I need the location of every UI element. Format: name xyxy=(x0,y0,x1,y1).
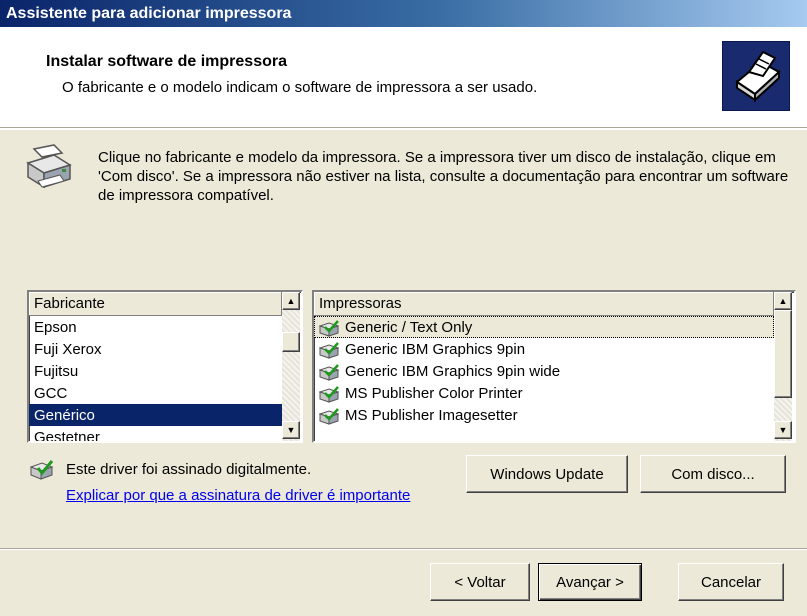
printer-scrollbar[interactable]: ▲ ▼ xyxy=(774,292,792,441)
signed-driver-text: Este driver foi assinado digitalmente. xyxy=(66,461,312,478)
printer-item-label: Generic IBM Graphics 9pin xyxy=(345,341,526,358)
instructions-text: Clique no fabricante e modelo da impress… xyxy=(98,149,789,204)
printer-item-label: Generic IBM Graphics 9pin wide xyxy=(345,363,561,380)
header-divider xyxy=(0,128,807,130)
printer-item[interactable]: Generic / Text Only xyxy=(314,316,774,338)
windows-update-button[interactable]: Windows Update xyxy=(466,455,628,493)
printer-item[interactable]: Generic IBM Graphics 9pin wide xyxy=(314,360,774,382)
cancel-button[interactable]: Cancelar xyxy=(678,563,784,601)
printer-item-label: MS Publisher Color Printer xyxy=(345,385,523,402)
arrow-up-icon: ▲ xyxy=(286,295,296,306)
manufacturer-list[interactable]: Fabricante Epson Fuji Xerox Fujitsu GCC Gené… xyxy=(27,290,303,443)
scroll-up-button[interactable]: ▲ xyxy=(774,292,792,310)
printer-item-label: Generic / Text Only xyxy=(345,319,473,336)
printer-list[interactable]: Impressoras Generic / Text Only Generic I… xyxy=(312,290,796,443)
manufacturer-item[interactable]: Epson xyxy=(29,316,282,338)
manufacturer-item[interactable]: Fujitsu xyxy=(29,360,282,382)
arrow-down-icon: ▼ xyxy=(286,424,296,435)
have-disk-button[interactable]: Com disco... xyxy=(640,455,786,493)
scroll-thumb[interactable] xyxy=(282,332,300,352)
page-title: Instalar software de impressora xyxy=(46,53,287,70)
page-subtitle: O fabricante e o modelo indicam o softwa… xyxy=(62,79,538,96)
signed-driver-icon xyxy=(29,459,54,481)
signed-printer-icon xyxy=(318,341,340,359)
footer-divider xyxy=(0,548,807,550)
wizard-header: Instalar software de impressora O fabric… xyxy=(0,27,807,128)
manufacturer-items: Epson Fuji Xerox Fujitsu GCC Genérico Gestetn… xyxy=(29,316,282,441)
printer-icon xyxy=(24,143,76,195)
printer-item-label: MS Publisher Imagesetter xyxy=(345,407,518,424)
back-button[interactable]: < Voltar xyxy=(430,563,530,601)
printer-wizard-icon xyxy=(722,41,790,111)
driver-signing-link[interactable]: Explicar por que a assinatura de driver … xyxy=(66,487,410,504)
signed-printer-icon xyxy=(318,319,340,337)
scroll-down-button[interactable]: ▼ xyxy=(774,421,792,439)
arrow-up-icon: ▲ xyxy=(778,295,788,306)
manufacturer-item[interactable]: GCC xyxy=(29,382,282,404)
signed-printer-icon xyxy=(318,407,340,425)
printer-column-header[interactable]: Impressoras xyxy=(314,292,774,316)
window-title: Assistente para adicionar impressora xyxy=(0,0,807,27)
arrow-down-icon: ▼ xyxy=(778,424,788,435)
printer-items: Generic / Text Only Generic IBM Graphics … xyxy=(314,316,774,426)
signed-printer-icon xyxy=(318,385,340,403)
printer-item[interactable]: MS Publisher Imagesetter xyxy=(314,404,774,426)
printer-item[interactable]: Generic IBM Graphics 9pin xyxy=(314,338,774,360)
scroll-up-button[interactable]: ▲ xyxy=(282,292,300,310)
next-button[interactable]: Avançar > xyxy=(538,563,642,601)
manufacturer-item[interactable]: Fuji Xerox xyxy=(29,338,282,360)
manufacturer-column-header[interactable]: Fabricante xyxy=(29,292,282,316)
signed-printer-icon xyxy=(318,363,340,381)
manufacturer-item[interactable]: Gestetner xyxy=(29,426,282,441)
printer-item[interactable]: MS Publisher Color Printer xyxy=(314,382,774,404)
manufacturer-item[interactable]: Genérico xyxy=(29,404,282,426)
manufacturer-scrollbar[interactable]: ▲ ▼ xyxy=(282,292,300,441)
scroll-down-button[interactable]: ▼ xyxy=(282,421,300,439)
scroll-thumb[interactable] xyxy=(774,310,792,398)
